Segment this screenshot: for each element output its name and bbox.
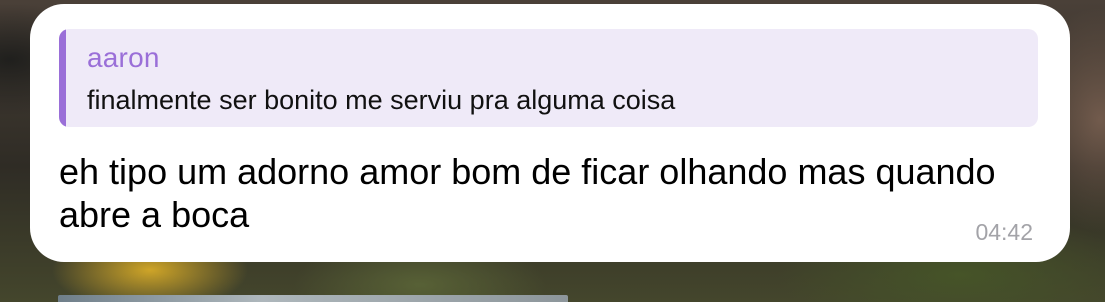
message-timestamp: 04:42 bbox=[975, 219, 1033, 245]
reply-quote-accent-bar bbox=[59, 29, 66, 127]
reply-quote-text: finalmente ser bonito me serviu pra algu… bbox=[87, 85, 676, 115]
reply-quote[interactable]: aaron finalmente ser bonito me serviu pr… bbox=[59, 29, 1038, 127]
message-bubble[interactable]: aaron finalmente ser bonito me serviu pr… bbox=[30, 4, 1070, 262]
reply-quote-author: aaron bbox=[87, 42, 160, 73]
next-message-image-thumbnail[interactable] bbox=[58, 295, 568, 302]
message-text: eh tipo um adorno amor bom de ficar olha… bbox=[59, 151, 996, 235]
